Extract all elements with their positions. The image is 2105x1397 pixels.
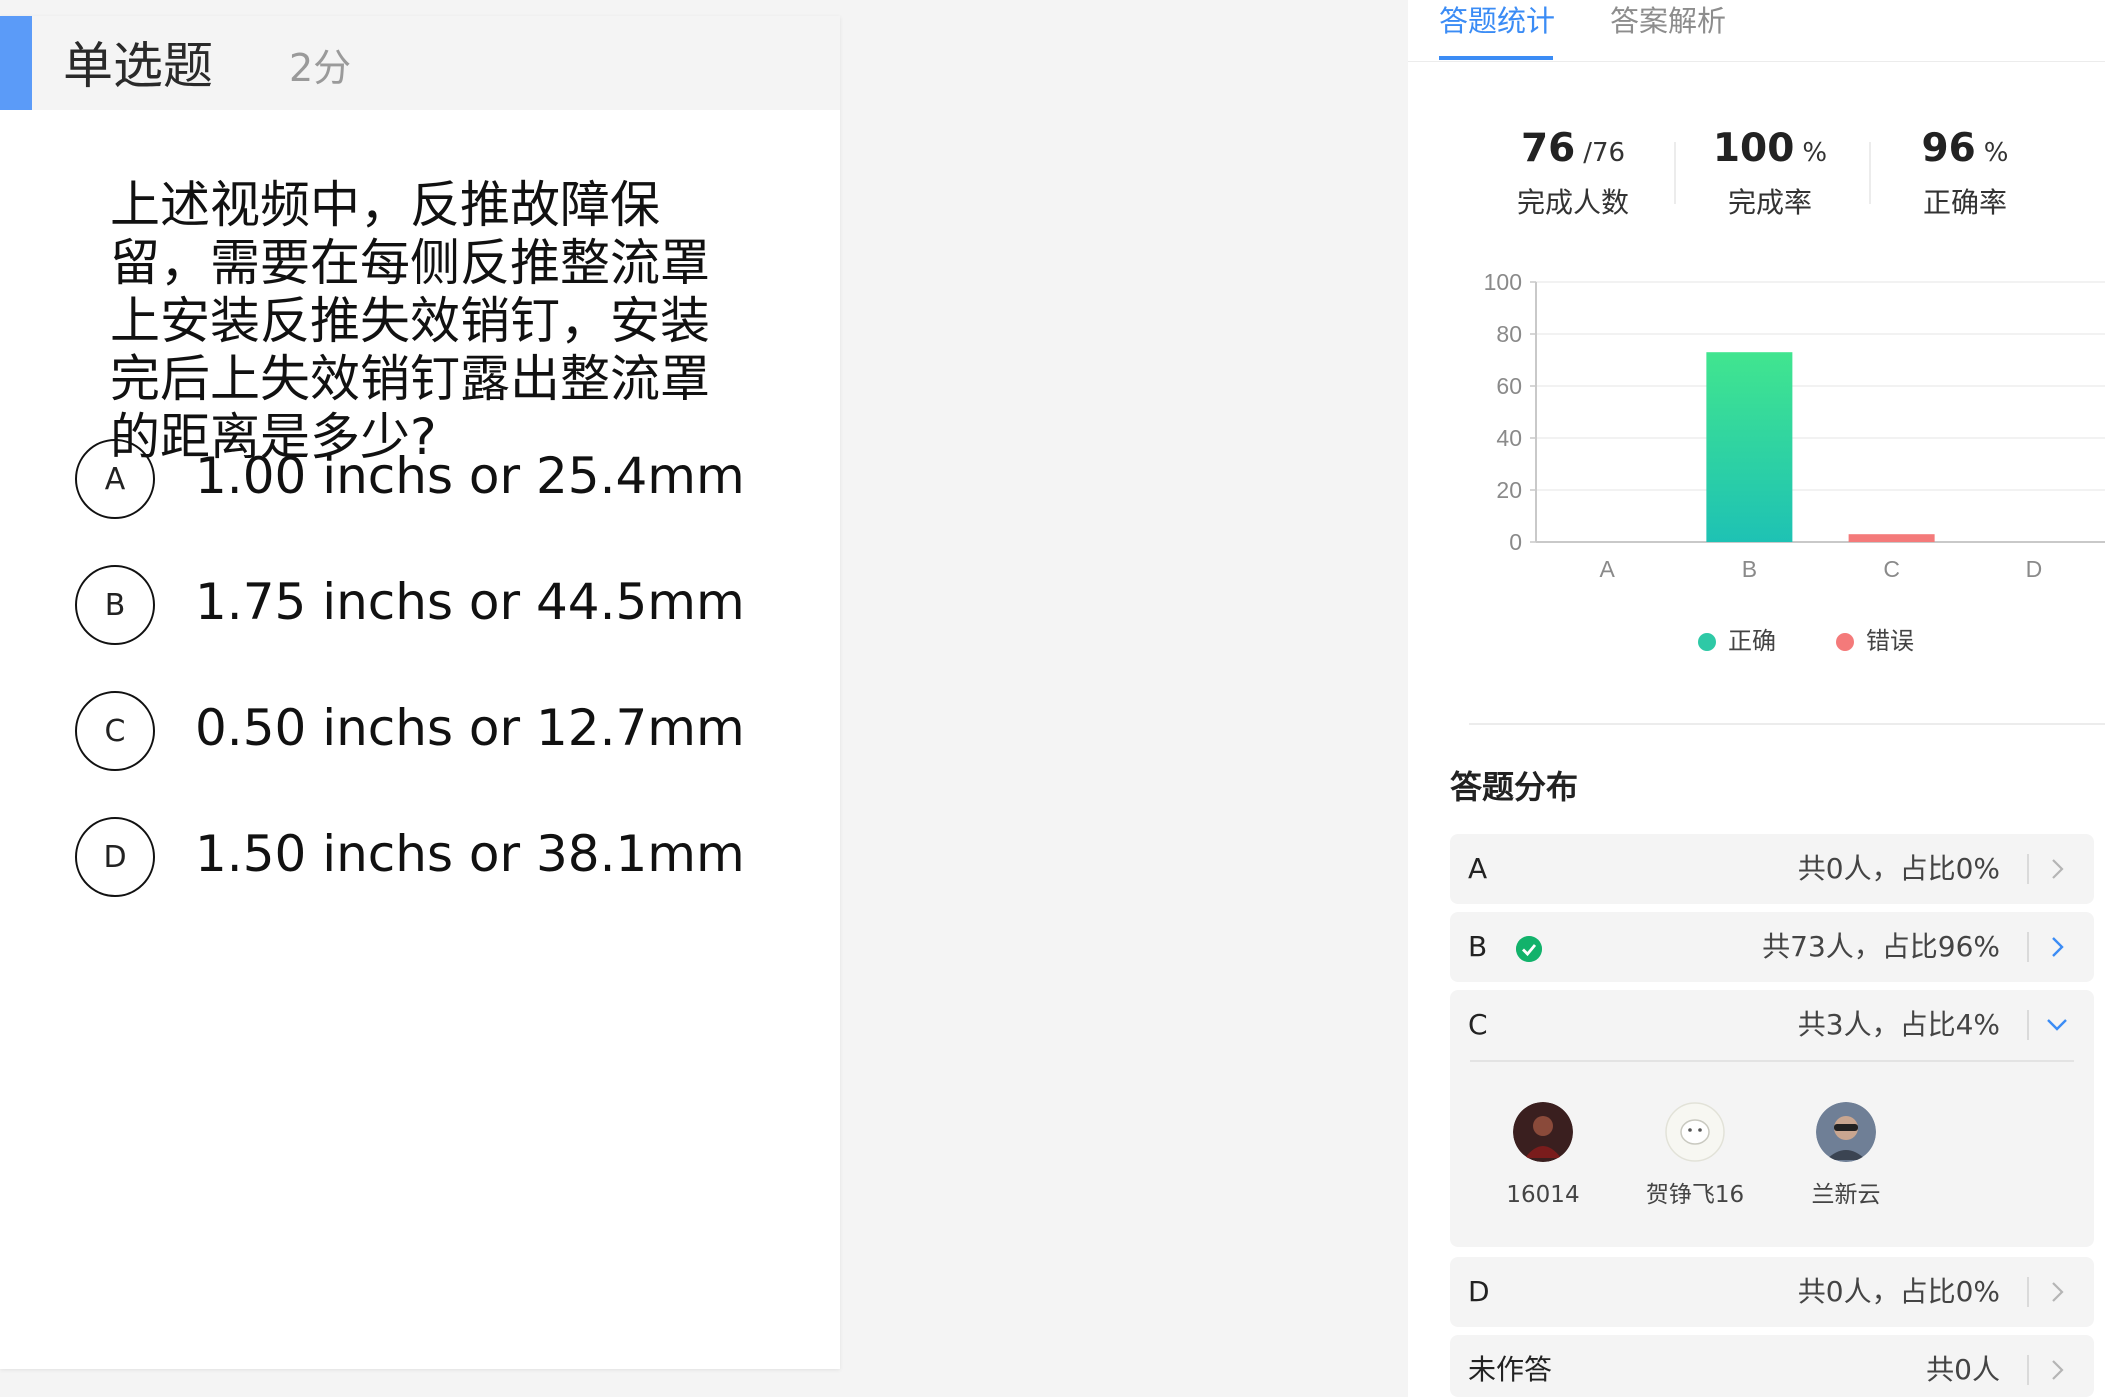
stats-panel: 答题统计 答案解析 76/76 完成人数 100% 完成率 96% 正确率 0 2…	[1408, 0, 2105, 1397]
row-divider	[2027, 932, 2029, 962]
avatar[interactable]	[1816, 1102, 1876, 1162]
tab-answer-stats[interactable]: 答题统计	[1439, 0, 1555, 42]
legend-item-wrong[interactable]: 错误	[1836, 622, 1914, 660]
row-stat: 共3人，占比4%	[1797, 1008, 2000, 1041]
y-tick-label: 40	[1496, 425, 1522, 451]
correct-check-icon	[1516, 936, 1542, 962]
student-name: 16014	[1506, 1182, 1580, 1208]
bar-c	[1848, 534, 1935, 542]
stat-completed-count: 76/76 完成人数	[1483, 125, 1663, 225]
row-stat: 共0人，占比0%	[1797, 1275, 2000, 1308]
question-stem: 上述视频中，反推故障保留，需要在每侧反推整流罩上安装反推失效销钉，安装完后上失效…	[110, 176, 710, 466]
chevron-down-icon[interactable]	[2042, 1010, 2072, 1040]
option-letter-b: B	[75, 565, 155, 645]
stat-label: 完成率	[1727, 186, 1812, 219]
distribution-row-unanswered[interactable]: 未作答 共0人	[1450, 1335, 2094, 1397]
stat-completion-rate: 100% 完成率	[1680, 125, 1860, 225]
chevron-right-icon[interactable]	[2042, 854, 2072, 884]
tab-answer-analysis[interactable]: 答案解析	[1610, 0, 1726, 42]
header-accent-bar	[0, 16, 32, 110]
row-letter: A	[1468, 852, 1488, 885]
option-d[interactable]: D 1.50 inchs or 38.1mm	[75, 817, 775, 897]
stat-divider	[1674, 142, 1676, 204]
option-text-b: 1.75 inchs or 44.5mm	[195, 573, 745, 631]
distribution-row-b[interactable]: B 共73人，占比96%	[1450, 912, 2094, 982]
row-letter: D	[1468, 1275, 1490, 1308]
option-letter-d: D	[75, 817, 155, 897]
row-inner-divider	[1470, 1060, 2074, 1062]
legend-dot-wrong	[1836, 633, 1854, 651]
distribution-title: 答题分布	[1450, 768, 1579, 806]
bar-b	[1706, 352, 1793, 542]
row-letter: C	[1468, 1008, 1488, 1041]
student-entry[interactable]: 贺铮飞16	[1620, 1102, 1770, 1212]
legend-dot-correct	[1698, 633, 1716, 651]
row-stat: 共0人，占比0%	[1797, 852, 2000, 885]
x-tick-label: C	[1883, 556, 1900, 582]
stat-unit: %	[1802, 138, 1828, 168]
distribution-row-c[interactable]: C 共3人，占比4% 16014 贺铮飞16 兰新云	[1450, 990, 2094, 1247]
question-header: 单选题 2分	[0, 16, 840, 110]
option-text-c: 0.50 inchs or 12.7mm	[195, 699, 745, 757]
stat-value: 100	[1712, 126, 1795, 171]
tab-bar: 答题统计 答案解析	[1408, 0, 2105, 62]
student-entry[interactable]: 16014	[1468, 1102, 1618, 1212]
stat-accuracy: 96% 正确率	[1875, 125, 2055, 225]
student-name: 兰新云	[1811, 1182, 1881, 1208]
legend-label-wrong: 错误	[1866, 627, 1914, 655]
y-tick-label: 20	[1496, 477, 1522, 503]
row-divider	[2027, 1277, 2029, 1307]
student-entry[interactable]: 兰新云	[1771, 1102, 1921, 1212]
option-letter-c: C	[75, 691, 155, 771]
row-letter: B	[1468, 930, 1488, 963]
distribution-row-d[interactable]: D 共0人，占比0%	[1450, 1257, 2094, 1327]
stat-value: 96	[1921, 126, 1976, 171]
legend-label-correct: 正确	[1728, 627, 1776, 655]
row-divider	[2027, 854, 2029, 884]
stat-divider	[1869, 142, 1871, 204]
row-divider	[2027, 1355, 2029, 1385]
row-stat: 共0人	[1926, 1353, 2000, 1386]
chevron-right-icon[interactable]	[2042, 1355, 2072, 1385]
legend-item-correct[interactable]: 正确	[1698, 622, 1776, 660]
x-tick-label: A	[1599, 556, 1615, 582]
avatar[interactable]	[1665, 1102, 1725, 1162]
stat-label: 完成人数	[1516, 186, 1629, 219]
active-tab-indicator	[1439, 56, 1553, 60]
x-tick-label: D	[2026, 556, 2043, 582]
stat-value: 76	[1520, 126, 1576, 171]
chevron-right-icon[interactable]	[2042, 932, 2072, 962]
question-card: 单选题 2分 上述视频中，反推故障保留，需要在每侧反推整流罩上安装反推失效销钉，…	[0, 16, 840, 1369]
row-stat: 共73人，占比96%	[1762, 930, 2000, 963]
row-letter: 未作答	[1468, 1353, 1553, 1386]
y-tick-label: 60	[1496, 373, 1522, 399]
stat-unit: /76	[1583, 138, 1626, 168]
option-text-d: 1.50 inchs or 38.1mm	[195, 825, 745, 883]
option-text-a: 1.00 inchs or 25.4mm	[195, 447, 745, 505]
section-divider	[1469, 723, 2105, 725]
answer-bar-chart: 0 20 40 60 80 100 A B C D	[1484, 269, 2105, 582]
option-c[interactable]: C 0.50 inchs or 12.7mm	[75, 691, 775, 771]
avatar[interactable]	[1513, 1102, 1573, 1162]
stat-label: 正确率	[1922, 186, 2007, 219]
option-b[interactable]: B 1.75 inchs or 44.5mm	[75, 565, 775, 645]
x-tick-label: B	[1742, 556, 1757, 582]
option-letter-a: A	[75, 439, 155, 519]
distribution-row-a[interactable]: A 共0人，占比0%	[1450, 834, 2094, 904]
row-divider	[2027, 1010, 2029, 1040]
stat-unit: %	[1983, 138, 2009, 168]
option-a[interactable]: A 1.00 inchs or 25.4mm	[75, 439, 775, 519]
student-name: 贺铮飞16	[1645, 1182, 1745, 1208]
question-type: 单选题	[63, 37, 213, 95]
y-tick-label: 80	[1496, 321, 1522, 347]
question-score: 2分	[289, 46, 352, 90]
chevron-right-icon[interactable]	[2042, 1277, 2072, 1307]
y-tick-label: 100	[1484, 269, 1522, 295]
y-tick-label: 0	[1509, 529, 1522, 555]
